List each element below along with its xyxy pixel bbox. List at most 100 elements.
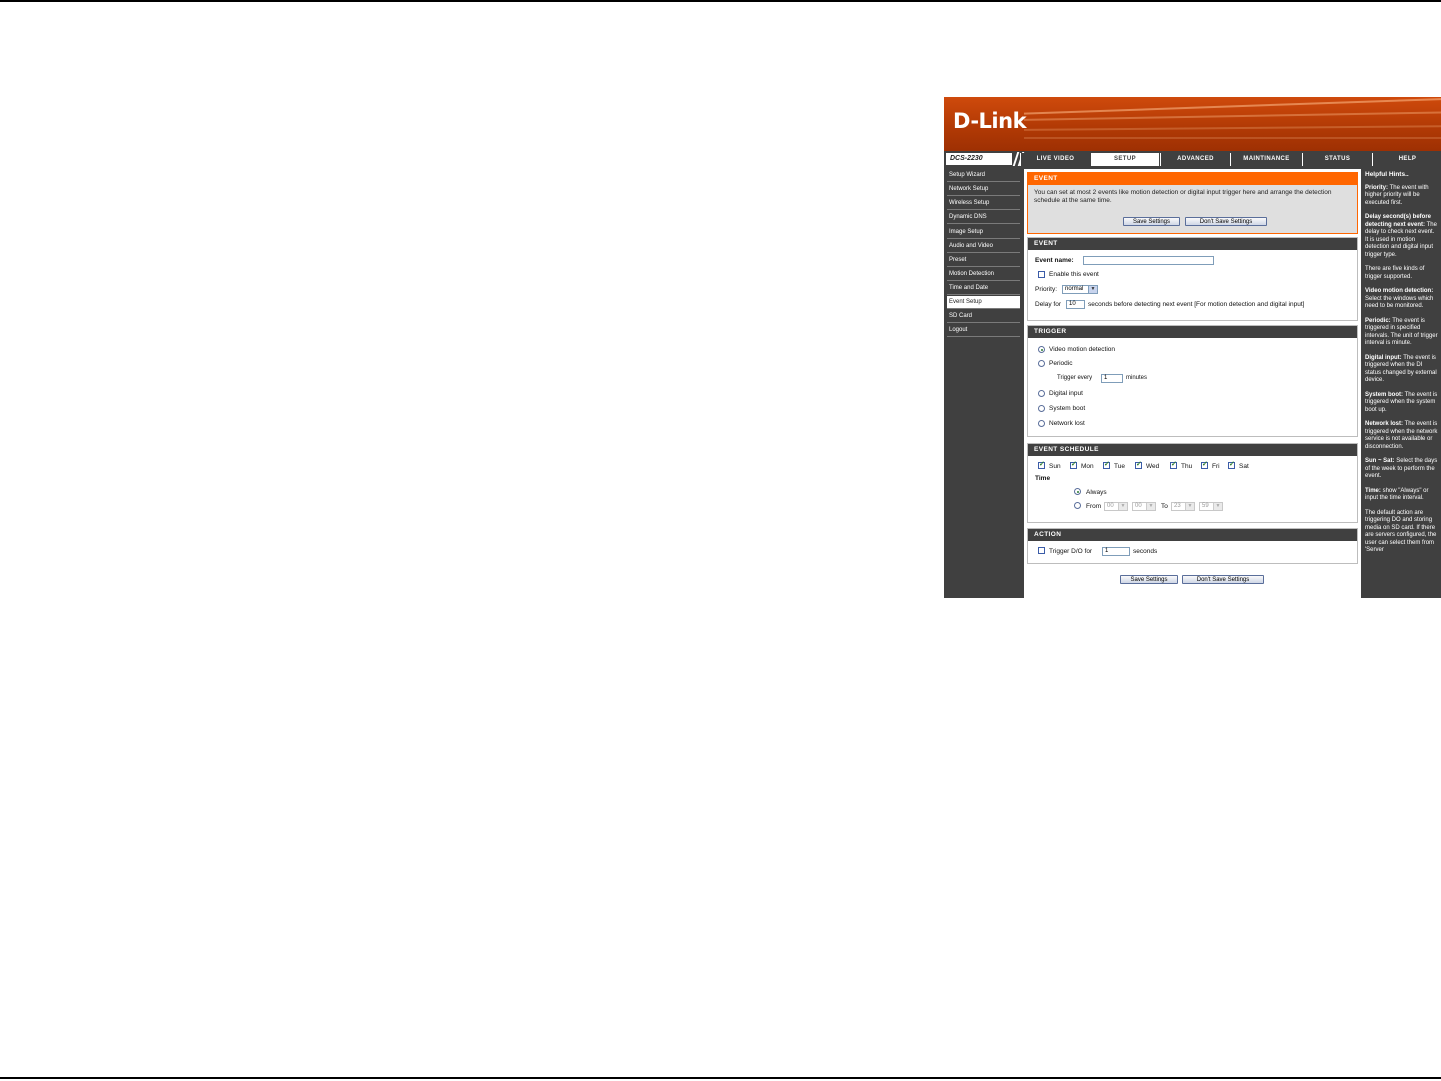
- time-from-label: From: [1086, 503, 1102, 510]
- chevron-down-icon: ▼: [1088, 286, 1097, 293]
- trigger-system-boot-radio[interactable]: [1038, 405, 1045, 412]
- enable-event-checkbox[interactable]: [1038, 271, 1045, 278]
- sidebar-item-motion-detection[interactable]: Motion Detection: [947, 268, 1020, 281]
- time-always-label: Always: [1086, 489, 1107, 496]
- trigger-network-lost-radio[interactable]: [1038, 420, 1045, 427]
- enable-event-label: Enable this event: [1049, 271, 1099, 278]
- trigger-every-label: Trigger every: [1057, 375, 1093, 381]
- page-top-rule: [0, 0, 1441, 2]
- tab-setup[interactable]: SETUP: [1090, 152, 1160, 167]
- camera-web-ui: D-Link DCS-2230 LIVE VIDEO SETUP ADVANCE…: [944, 97, 1441, 598]
- delay-input[interactable]: 10: [1066, 300, 1085, 309]
- schedule-title: EVENT SCHEDULE: [1028, 444, 1357, 456]
- sidebar-item-setup-wizard[interactable]: Setup Wizard: [947, 169, 1020, 182]
- sidebar-item-preset[interactable]: Preset: [947, 254, 1020, 267]
- help-item: Priority: The event with higher priority…: [1365, 184, 1429, 206]
- delay-label: Delay for: [1035, 301, 1062, 308]
- from-hour-select[interactable]: 00 ▼: [1104, 502, 1128, 511]
- day-sat-checkbox[interactable]: [1228, 460, 1235, 469]
- help-item: Time: show "Always" or input the time in…: [1365, 487, 1429, 502]
- help-item: Delay second(s) before detecting next ev…: [1365, 214, 1437, 258]
- sidebar-item-audio-video[interactable]: Audio and Video: [947, 240, 1020, 253]
- sidebar-item-wireless-setup[interactable]: Wireless Setup: [947, 197, 1020, 210]
- to-minute-value: 59: [1202, 503, 1209, 509]
- tab-help[interactable]: HELP: [1372, 153, 1441, 166]
- event-name-input[interactable]: [1083, 256, 1214, 265]
- day-fri-checkbox[interactable]: [1201, 460, 1208, 469]
- sidebar-item-sd-card[interactable]: SD Card: [947, 310, 1020, 323]
- day-wed-checkbox[interactable]: [1135, 460, 1142, 469]
- trigger-do-input[interactable]: 1: [1102, 547, 1130, 556]
- day-thu-checkbox[interactable]: [1170, 460, 1177, 469]
- day-tue-checkbox[interactable]: [1103, 460, 1110, 469]
- page-bottom-rule: [0, 1077, 1441, 1079]
- event-intro-box: EVENT You can set at most 2 events like …: [1027, 172, 1358, 234]
- chevron-down-icon: ▼: [1213, 503, 1222, 510]
- sidebar-item-network-setup[interactable]: Network Setup: [947, 183, 1020, 196]
- day-sun-label: Sun: [1049, 463, 1061, 470]
- tab-advanced[interactable]: ADVANCED: [1160, 153, 1230, 166]
- save-button[interactable]: Save Settings: [1123, 217, 1180, 226]
- tab-maintenance[interactable]: MAINTINANCE: [1230, 153, 1302, 166]
- trigger-box: TRIGGER Video motion detection Periodic …: [1027, 325, 1358, 437]
- trigger-motion-radio[interactable]: [1038, 346, 1045, 353]
- from-hour-value: 00: [1107, 503, 1114, 509]
- sidebar-item-time-date[interactable]: Time and Date: [947, 282, 1020, 295]
- to-minute-select[interactable]: 59 ▼: [1199, 502, 1223, 511]
- trigger-title: TRIGGER: [1028, 326, 1357, 338]
- time-from-radio[interactable]: [1074, 502, 1081, 509]
- footer-dont-save-button[interactable]: Don't Save Settings: [1182, 575, 1264, 584]
- intro-title: EVENT: [1028, 173, 1357, 185]
- trigger-do-checkbox[interactable]: [1038, 547, 1045, 554]
- day-sat-label: Sat: [1239, 463, 1249, 470]
- sidebar-item-dynamic-dns[interactable]: Dynamic DNS: [947, 211, 1020, 224]
- event-name-label: Event name:: [1035, 257, 1074, 264]
- footer-save-button[interactable]: Save Settings: [1120, 575, 1178, 584]
- dlink-logo: D-Link: [953, 109, 1027, 133]
- chevron-down-icon: ▼: [1118, 503, 1127, 510]
- trigger-every-input[interactable]: 1: [1101, 374, 1123, 383]
- day-tue-label: Tue: [1114, 463, 1125, 470]
- chevron-down-icon: ▼: [1185, 503, 1194, 510]
- day-thu-label: Thu: [1181, 463, 1193, 470]
- sidebar-item-image-setup[interactable]: Image Setup: [947, 226, 1020, 239]
- time-label: Time: [1035, 475, 1051, 482]
- trigger-network-lost-label: Network lost: [1049, 420, 1085, 427]
- trigger-periodic-radio[interactable]: [1038, 360, 1045, 367]
- main-content: EVENT You can set at most 2 events like …: [1024, 169, 1361, 598]
- event-schedule-box: EVENT SCHEDULE Sun Mon Tue Wed Thu Fri S…: [1027, 443, 1358, 523]
- sidebar-item-event-setup[interactable]: Event Setup: [947, 296, 1020, 309]
- sidebar-item-logout[interactable]: Logout: [947, 324, 1020, 337]
- priority-value: normal: [1065, 286, 1084, 292]
- day-mon-checkbox[interactable]: [1070, 460, 1077, 469]
- time-always-radio[interactable]: [1074, 488, 1081, 495]
- help-panel: Helpful Hints.. Priority: The event with…: [1362, 169, 1441, 598]
- top-nav: DCS-2230 LIVE VIDEO SETUP ADVANCED MAINT…: [944, 151, 1441, 167]
- to-hour-select[interactable]: 23 ▼: [1171, 502, 1195, 511]
- day-wed-label: Wed: [1146, 463, 1160, 470]
- event-title: EVENT: [1028, 238, 1357, 250]
- day-sun-checkbox[interactable]: [1038, 460, 1045, 469]
- banner-stripe: [1024, 137, 1441, 139]
- trigger-digital-input-label: Digital input: [1049, 390, 1083, 397]
- help-item: Network lost: The event is triggered whe…: [1365, 421, 1438, 450]
- help-item: Sun ~ Sat: Select the days of the week t…: [1365, 458, 1438, 479]
- banner-stripe: [1024, 111, 1441, 121]
- help-item: Digital input: The event is triggered wh…: [1365, 354, 1437, 384]
- tab-status[interactable]: STATUS: [1302, 153, 1372, 166]
- action-box: ACTION Trigger D/O for 1 seconds: [1027, 528, 1358, 564]
- from-minute-select[interactable]: 00 ▼: [1132, 502, 1156, 511]
- dont-save-button[interactable]: Don't Save Settings: [1185, 217, 1267, 226]
- priority-select[interactable]: normal ▼: [1062, 285, 1098, 294]
- sidebar: Setup Wizard Network Setup Wireless Setu…: [944, 169, 1023, 598]
- model-label: DCS-2230: [946, 153, 1012, 165]
- help-title: Helpful Hints..: [1365, 171, 1409, 178]
- trigger-system-boot-label: System boot: [1049, 405, 1086, 412]
- from-minute-value: 00: [1135, 503, 1142, 509]
- trigger-digital-input-radio[interactable]: [1038, 390, 1045, 397]
- trigger-periodic-label: Periodic: [1049, 360, 1073, 367]
- trigger-motion-label: Video motion detection: [1049, 346, 1116, 353]
- day-fri-label: Fri: [1212, 463, 1220, 470]
- tab-live-video[interactable]: LIVE VIDEO: [1020, 153, 1090, 166]
- trigger-every-suffix: minutes: [1126, 375, 1148, 381]
